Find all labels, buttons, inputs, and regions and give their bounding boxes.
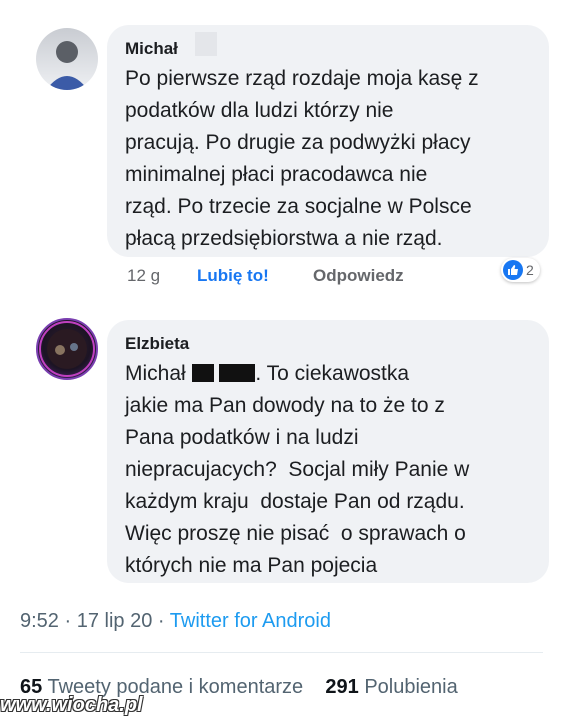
likes-count[interactable]: 291 [325, 676, 358, 698]
comment-actions: 12 g Lubię to! Odpowiedz [127, 266, 404, 286]
watermark: www.wiocha.pl [0, 694, 143, 716]
avatar[interactable] [36, 28, 98, 90]
comment-author[interactable]: Michał [125, 39, 531, 59]
reaction-count: 2 [526, 262, 534, 278]
comment-text: Po pierwsze rząd rozdaje moja kasę z pod… [125, 67, 479, 250]
person-icon [46, 41, 88, 90]
tweet-source[interactable]: Twitter for Android [170, 610, 331, 632]
tweet-time[interactable]: 9:52 [20, 610, 59, 632]
comment-bubble: Michał Po pierwsze rząd rozdaje moja kas… [107, 25, 549, 257]
comment-bubble: Elzbieta Michał . To ciekawostka jakie m… [107, 320, 549, 583]
profile-image-icon [39, 321, 95, 377]
comment-text-body: . To ciekawostka jakie ma Pan dowody na … [125, 362, 470, 577]
redaction-box [191, 364, 214, 382]
redaction-box [195, 32, 217, 56]
likes-label[interactable]: Polubienia [364, 676, 457, 698]
comment-author[interactable]: Elzbieta [125, 334, 531, 354]
reaction-badge[interactable]: 2 [501, 258, 540, 282]
comment-time[interactable]: 12 g [127, 266, 197, 286]
reply-button[interactable]: Odpowiedz [313, 266, 404, 286]
thumbs-up-icon [503, 260, 523, 280]
mention-link[interactable]: Michał [125, 362, 186, 385]
comment-text: Michał . To ciekawostka jakie ma Pan dow… [125, 358, 531, 582]
divider [20, 652, 543, 653]
like-button[interactable]: Lubię to! [197, 266, 313, 286]
redaction-box [219, 364, 256, 382]
avatar[interactable] [36, 318, 98, 380]
tweet-date[interactable]: 17 lip 20 [77, 610, 153, 632]
tweet-meta: 9:52 · 17 lip 20 · Twitter for Android [20, 610, 331, 632]
